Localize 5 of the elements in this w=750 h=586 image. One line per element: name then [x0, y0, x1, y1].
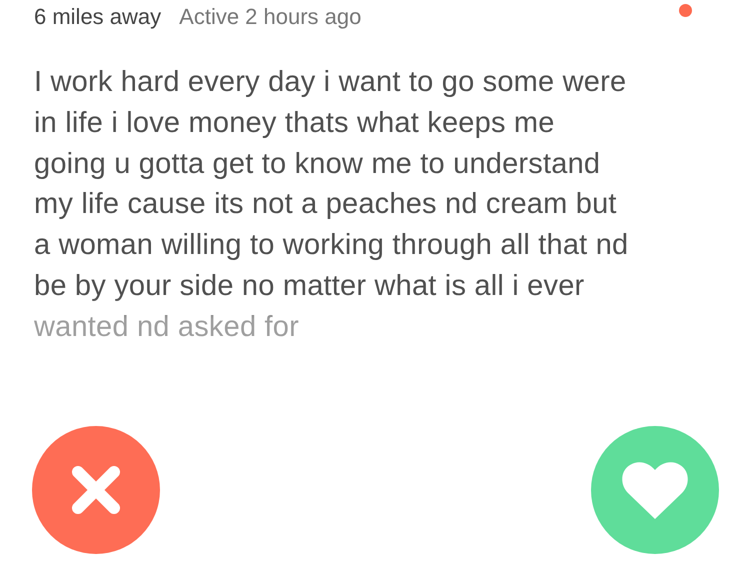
bio-text: I work hard every day i want to go some were in life i love money thats what keeps me going u gotta get to know me to understand my life cause its not a peaches nd cream but a woman willing to working through all that nd be by your side no matter what is all i ever wanted nd asked for — [34, 65, 630, 345]
heart-icon — [622, 461, 688, 519]
close-icon — [70, 464, 122, 516]
distance-text: 6 miles away — [34, 4, 162, 30]
active-status-text: Active 2 hours ago — [179, 4, 362, 30]
